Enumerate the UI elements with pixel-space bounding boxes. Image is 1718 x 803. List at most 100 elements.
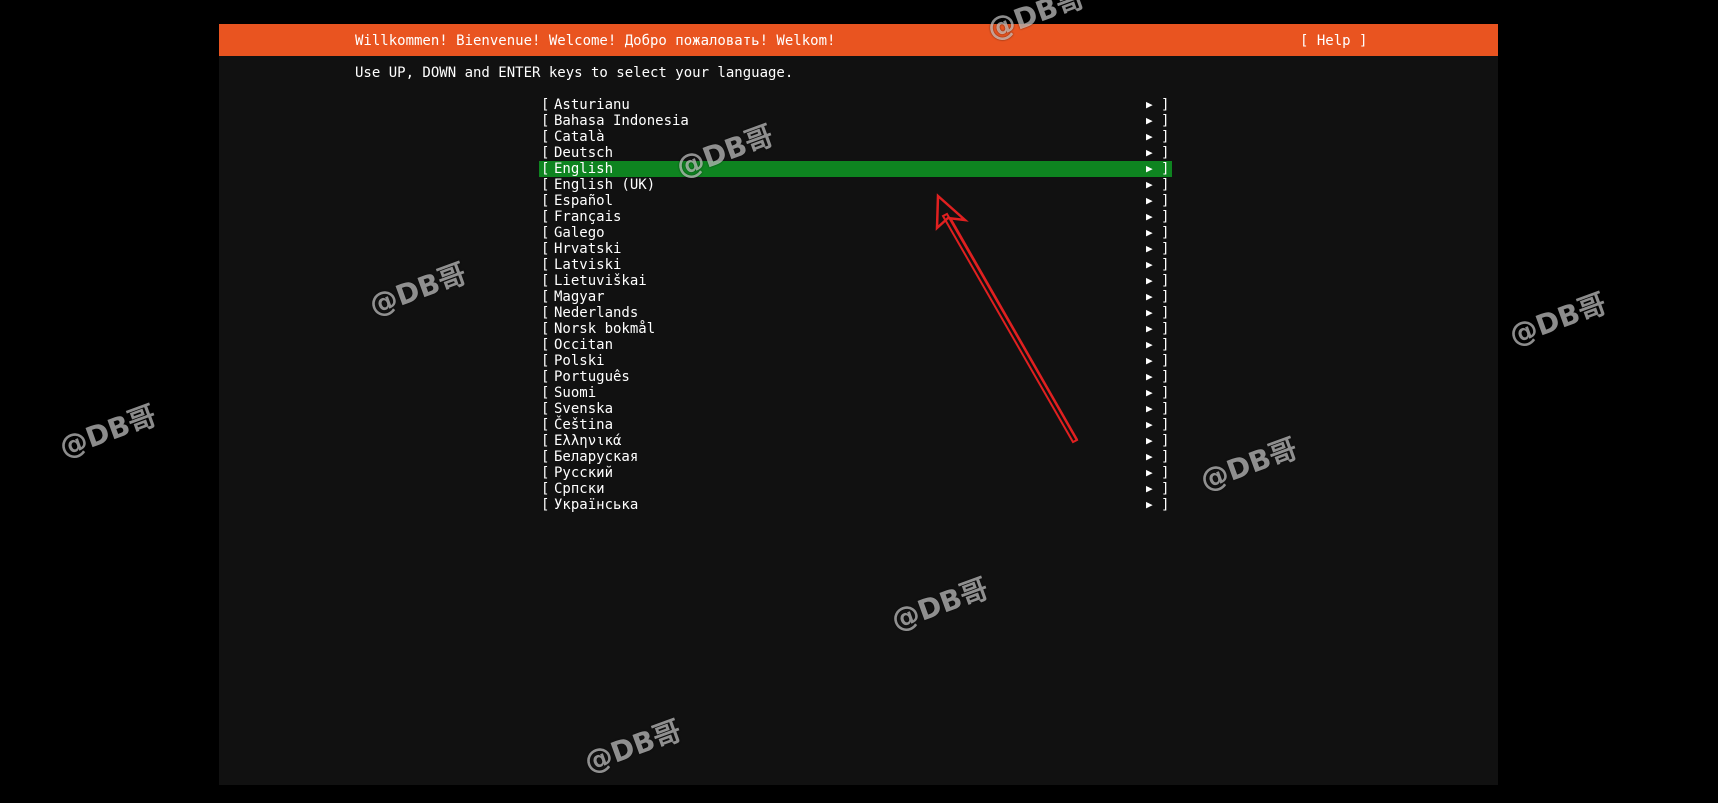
language-item[interactable]: [Magyar ▶] xyxy=(539,289,1172,305)
submenu-arrow-icon: ▶ xyxy=(1146,498,1153,511)
right-bracket: ] xyxy=(1161,273,1170,289)
language-name: Català xyxy=(554,129,605,145)
language-item[interactable]: [English (UK) ▶] xyxy=(539,177,1172,193)
language-name: Polski xyxy=(554,353,605,369)
left-bracket: [ xyxy=(541,161,550,177)
watermark: @DB哥 xyxy=(54,398,161,465)
left-bracket: [ xyxy=(541,481,550,497)
language-name: Svenska xyxy=(554,401,614,417)
right-bracket: ] xyxy=(1161,433,1170,449)
language-name: Ελληνικά xyxy=(554,433,622,449)
language-item[interactable]: [Català ▶] xyxy=(539,129,1172,145)
language-name: Norsk bokmål xyxy=(554,321,656,337)
language-name: Español xyxy=(554,193,614,209)
language-item[interactable]: [Nederlands ▶] xyxy=(539,305,1172,321)
language-name: Deutsch xyxy=(554,145,614,161)
submenu-arrow-icon: ▶ xyxy=(1146,194,1153,207)
language-name: Asturianu xyxy=(554,97,630,113)
language-item[interactable]: [Latviski ▶] xyxy=(539,257,1172,273)
submenu-arrow-icon: ▶ xyxy=(1146,130,1153,143)
left-bracket: [ xyxy=(541,113,550,129)
submenu-arrow-icon: ▶ xyxy=(1146,146,1153,159)
language-item[interactable]: [English ▶] xyxy=(539,161,1172,177)
right-bracket: ] xyxy=(1161,193,1170,209)
language-item[interactable]: [Español ▶] xyxy=(539,193,1172,209)
left-bracket: [ xyxy=(541,369,550,385)
language-item[interactable]: [Čeština ▶] xyxy=(539,417,1172,433)
language-item[interactable]: [Lietuviškai ▶] xyxy=(539,273,1172,289)
language-name: Čeština xyxy=(554,417,614,433)
right-bracket: ] xyxy=(1161,337,1170,353)
language-name: Magyar xyxy=(554,289,605,305)
submenu-arrow-icon: ▶ xyxy=(1146,322,1153,335)
language-name: Bahasa Indonesia xyxy=(554,113,689,129)
right-bracket: ] xyxy=(1161,289,1170,305)
submenu-arrow-icon: ▶ xyxy=(1146,178,1153,191)
language-item[interactable]: [Polski ▶] xyxy=(539,353,1172,369)
right-bracket: ] xyxy=(1161,497,1170,513)
language-name: Українська xyxy=(554,497,639,513)
submenu-arrow-icon: ▶ xyxy=(1146,466,1153,479)
language-name: Русский xyxy=(554,465,614,481)
language-item[interactable]: [Suomi ▶] xyxy=(539,385,1172,401)
submenu-arrow-icon: ▶ xyxy=(1146,450,1153,463)
left-bracket: [ xyxy=(541,321,550,337)
left-bracket: [ xyxy=(541,449,550,465)
right-bracket: ] xyxy=(1161,145,1170,161)
language-item[interactable]: [Português ▶] xyxy=(539,369,1172,385)
left-bracket: [ xyxy=(541,417,550,433)
right-bracket: ] xyxy=(1161,417,1170,433)
left-bracket: [ xyxy=(541,177,550,193)
submenu-arrow-icon: ▶ xyxy=(1146,114,1153,127)
submenu-arrow-icon: ▶ xyxy=(1146,274,1153,287)
left-bracket: [ xyxy=(541,305,550,321)
submenu-arrow-icon: ▶ xyxy=(1146,210,1153,223)
left-bracket: [ xyxy=(541,145,550,161)
submenu-arrow-icon: ▶ xyxy=(1146,258,1153,271)
left-bracket: [ xyxy=(541,97,550,113)
submenu-arrow-icon: ▶ xyxy=(1146,402,1153,415)
language-name: Suomi xyxy=(554,385,597,401)
language-item[interactable]: [Français ▶] xyxy=(539,209,1172,225)
right-bracket: ] xyxy=(1161,321,1170,337)
right-bracket: ] xyxy=(1161,305,1170,321)
right-bracket: ] xyxy=(1161,465,1170,481)
submenu-arrow-icon: ▶ xyxy=(1146,354,1153,367)
language-item[interactable]: [Galego ▶] xyxy=(539,225,1172,241)
language-name: Беларуская xyxy=(554,449,639,465)
language-item[interactable]: [Українська ▶] xyxy=(539,497,1172,513)
language-item[interactable]: [Occitan ▶] xyxy=(539,337,1172,353)
left-bracket: [ xyxy=(541,337,550,353)
language-item[interactable]: [Српски ▶] xyxy=(539,481,1172,497)
right-bracket: ] xyxy=(1161,113,1170,129)
language-name: Occitan xyxy=(554,337,614,353)
language-name: Português xyxy=(554,369,630,385)
right-bracket: ] xyxy=(1161,97,1170,113)
language-name: Galego xyxy=(554,225,605,241)
submenu-arrow-icon: ▶ xyxy=(1146,386,1153,399)
language-item[interactable]: [Deutsch ▶] xyxy=(539,145,1172,161)
language-list: [Asturianu ▶][Bahasa Indonesia ▶][Català ▶]… xyxy=(539,97,1172,513)
language-item[interactable]: [Ελληνικά ▶] xyxy=(539,433,1172,449)
language-item[interactable]: [Asturianu ▶] xyxy=(539,97,1172,113)
help-button[interactable]: [ Help ] xyxy=(1300,33,1367,49)
submenu-arrow-icon: ▶ xyxy=(1146,338,1153,351)
header-title: Willkommen! Bienvenue! Welcome! Добро по… xyxy=(355,33,836,49)
right-bracket: ] xyxy=(1161,129,1170,145)
language-name: Nederlands xyxy=(554,305,639,321)
left-bracket: [ xyxy=(541,225,550,241)
right-bracket: ] xyxy=(1161,241,1170,257)
language-item[interactable]: [Svenska ▶] xyxy=(539,401,1172,417)
language-item[interactable]: [Hrvatski ▶] xyxy=(539,241,1172,257)
language-item[interactable]: [Беларуская ▶] xyxy=(539,449,1172,465)
submenu-arrow-icon: ▶ xyxy=(1146,434,1153,447)
submenu-arrow-icon: ▶ xyxy=(1146,162,1153,175)
left-bracket: [ xyxy=(541,273,550,289)
language-item[interactable]: [Norsk bokmål ▶] xyxy=(539,321,1172,337)
left-bracket: [ xyxy=(541,241,550,257)
language-name: Hrvatski xyxy=(554,241,622,257)
language-item[interactable]: [Bahasa Indonesia ▶] xyxy=(539,113,1172,129)
language-item[interactable]: [Русский ▶] xyxy=(539,465,1172,481)
left-bracket: [ xyxy=(541,433,550,449)
right-bracket: ] xyxy=(1161,257,1170,273)
